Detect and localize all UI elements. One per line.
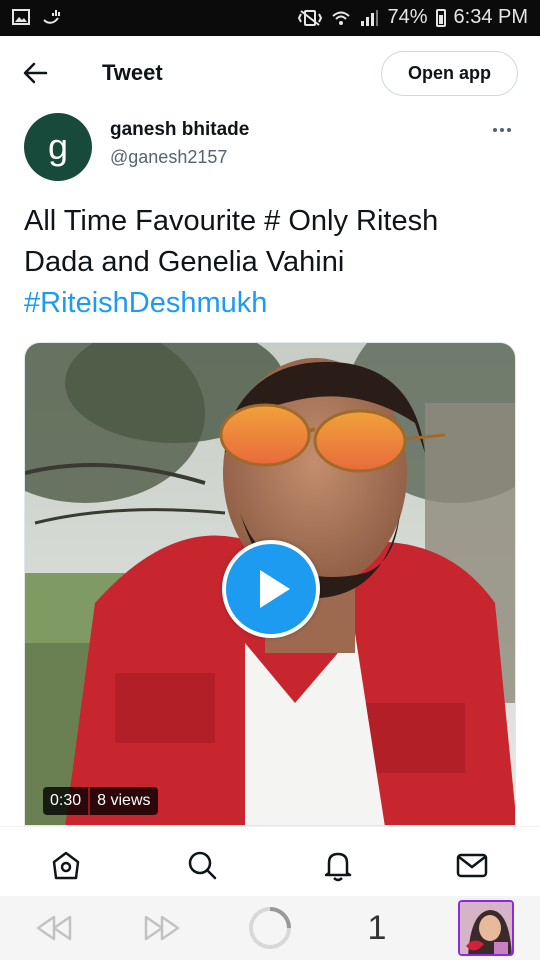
- loading-spinner-icon: [246, 904, 294, 952]
- play-button[interactable]: [222, 540, 320, 638]
- wifi-icon: [332, 11, 351, 25]
- status-bar: 74% 6:34 PM: [0, 0, 540, 36]
- browser-toolbar: 1: [0, 896, 540, 960]
- signal-notification-icon: [43, 10, 60, 24]
- tab-count[interactable]: 1: [360, 904, 394, 952]
- image-notification-icon: [12, 9, 30, 25]
- top-header: Tweet Open app: [0, 36, 540, 110]
- notifications-icon[interactable]: [318, 845, 358, 885]
- play-icon: [260, 570, 290, 608]
- bottom-nav: [0, 826, 540, 896]
- clock: 6:34 PM: [453, 6, 528, 28]
- author-name[interactable]: ganesh bhitade: [110, 119, 249, 141]
- video-duration: 0:30: [43, 787, 89, 815]
- hashtag-link[interactable]: #RiteishDeshmukh: [24, 287, 267, 319]
- open-app-button[interactable]: Open app: [381, 51, 518, 96]
- video-player[interactable]: 0:30 8 views: [24, 342, 516, 826]
- vibrate-mute-icon: [298, 9, 323, 26]
- rewind-icon[interactable]: [32, 904, 76, 952]
- author-handle[interactable]: @ganesh2157: [110, 147, 227, 168]
- messages-icon[interactable]: [452, 845, 492, 885]
- search-icon[interactable]: [182, 845, 222, 885]
- cell-signal-icon: [361, 9, 379, 26]
- avatar: [458, 900, 514, 956]
- profile-thumbnail[interactable]: [457, 900, 515, 956]
- more-options-icon[interactable]: [487, 120, 517, 140]
- video-views: 8 views: [88, 787, 158, 815]
- tweet-text: All Time Favourite # Only Ritesh Dada an…: [24, 201, 514, 324]
- fast-forward-icon[interactable]: [140, 904, 184, 952]
- battery-icon: [435, 8, 446, 27]
- battery-percent: 74%: [387, 6, 428, 28]
- video-meta: 0:30 8 views: [43, 787, 158, 815]
- avatar[interactable]: g: [24, 113, 92, 181]
- home-icon[interactable]: [46, 845, 86, 885]
- back-arrow-icon[interactable]: [20, 58, 54, 88]
- page-title: Tweet: [102, 60, 163, 85]
- tweet-body: All Time Favourite # Only Ritesh Dada an…: [24, 205, 439, 278]
